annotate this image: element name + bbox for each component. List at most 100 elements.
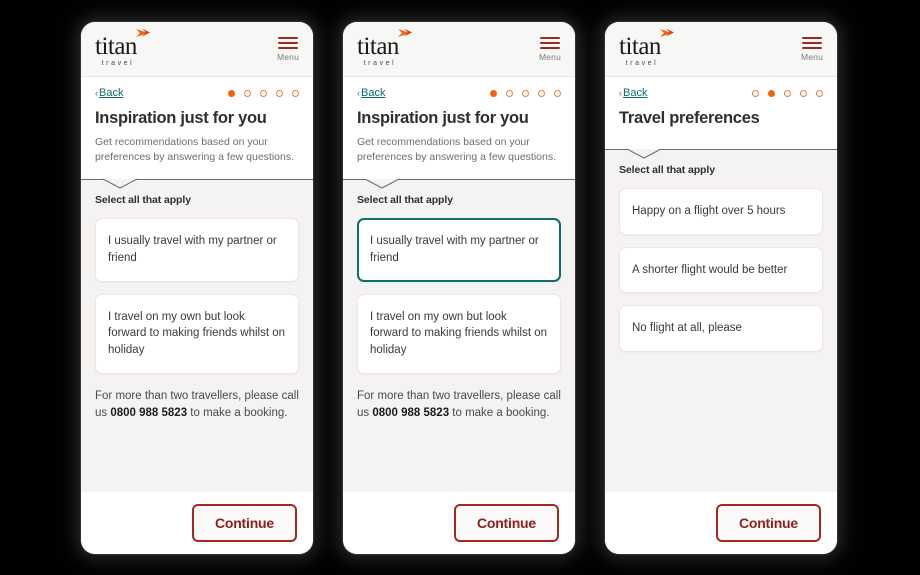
progress-dots-2 [490, 89, 561, 97]
option-card-label: I travel on my own but look forward to m… [108, 310, 286, 357]
chevron-left-icon: ‹ [357, 88, 360, 98]
logo-subtext: travel [101, 59, 135, 67]
call-note-1: For more than two travellers, please cal… [95, 388, 299, 423]
progress-dot-4[interactable] [800, 89, 807, 97]
question-area-3: Select all that apply Happy on a flight … [605, 149, 837, 492]
call-note-phone: 0800 988 5823 [110, 407, 188, 420]
logo-wordmark: titan [357, 32, 399, 60]
menu-button[interactable]: Menu [538, 36, 561, 62]
progress-dot-3[interactable] [260, 89, 267, 97]
page-title: Inspiration just for you [357, 109, 529, 127]
phone-panel-3: titan travel Menu ‹Back Travel preferenc… [605, 22, 837, 554]
phone-panel-1: titan travel Menu ‹Back Inspiration just… [81, 22, 313, 554]
panel-footer-1: Continue [81, 492, 313, 554]
hamburger-icon [801, 36, 822, 49]
notch-arrow-icon [103, 178, 137, 189]
progress-dot-2[interactable] [506, 89, 513, 97]
intro-block-1: ‹Back Inspiration just for you Get recom… [81, 77, 313, 180]
notch-arrow-icon [627, 148, 661, 159]
progress-dot-1[interactable] [490, 89, 497, 97]
panel-footer-3: Continue [605, 492, 837, 554]
option-card-label: I usually travel with my partner or frie… [108, 235, 277, 265]
section-divider-2 [343, 178, 575, 189]
option-card-2[interactable]: I travel on my own but look forward to m… [95, 293, 299, 374]
menu-button[interactable]: Menu [800, 36, 823, 62]
screenshot-stage: titan travel Menu ‹Back Inspiration just… [0, 0, 920, 575]
progress-dot-5[interactable] [292, 89, 299, 97]
call-note-phone: 0800 988 5823 [372, 407, 450, 420]
call-note-after: to make a booking. [187, 407, 288, 420]
app-header-2: titan travel Menu [343, 22, 575, 77]
question-area-1: Select all that apply I usually travel w… [81, 180, 313, 492]
option-card-2[interactable]: A shorter flight would be better [619, 246, 823, 294]
app-header-3: titan travel Menu [605, 22, 837, 77]
continue-button[interactable]: Continue [715, 504, 821, 542]
titan-travel-logo[interactable]: titan travel [95, 28, 150, 67]
notch-arrow-icon [365, 178, 399, 189]
back-link-label: Back [99, 87, 124, 99]
progress-dot-5[interactable] [816, 89, 823, 97]
back-link-label: Back [361, 87, 386, 99]
titan-travel-logo[interactable]: titan travel [357, 28, 412, 67]
back-link-label: Back [623, 87, 648, 99]
intro-spacer-3 [619, 135, 823, 149]
question-label: Select all that apply [357, 194, 453, 207]
progress-dot-5[interactable] [554, 89, 561, 97]
chevron-left-icon: ‹ [619, 88, 622, 98]
page-subtitle: Get recommendations based on your prefer… [95, 135, 295, 164]
titan-travel-logo[interactable]: titan travel [619, 28, 674, 67]
logo-subtext: travel [625, 59, 659, 67]
progress-dot-4[interactable] [276, 89, 283, 97]
phone-panel-2: titan travel Menu ‹Back Inspiration just… [343, 22, 575, 554]
intro-top-row-2: ‹Back [357, 87, 561, 99]
menu-label: Menu [800, 51, 823, 62]
progress-dots-3 [752, 89, 823, 97]
question-label: Select all that apply [619, 163, 715, 176]
option-card-1-selected[interactable]: I usually travel with my partner or frie… [357, 218, 561, 282]
back-link[interactable]: ‹Back [95, 87, 123, 99]
page-subtitle: Get recommendations based on your prefer… [357, 135, 557, 164]
progress-dot-3[interactable] [784, 89, 791, 97]
chevron-left-icon: ‹ [95, 88, 98, 98]
intro-top-row-1: ‹Back [95, 87, 299, 99]
option-card-label: I usually travel with my partner or frie… [370, 235, 539, 265]
back-link[interactable]: ‹Back [357, 87, 385, 99]
progress-dot-4[interactable] [538, 89, 545, 97]
progress-dot-3[interactable] [522, 89, 529, 97]
question-label: Select all that apply [95, 194, 191, 207]
option-card-3[interactable]: No flight at all, please [619, 305, 823, 352]
continue-button[interactable]: Continue [191, 504, 297, 542]
option-card-2[interactable]: I travel on my own but look forward to m… [357, 293, 561, 374]
logo-wordmark: titan [619, 32, 661, 60]
option-card-1[interactable]: Happy on a flight over 5 hours [619, 187, 823, 235]
menu-label: Menu [538, 51, 561, 62]
logo-wordmark: titan [95, 32, 137, 60]
progress-dots-1 [228, 89, 299, 97]
page-title: Inspiration just for you [95, 109, 267, 127]
page-title: Travel preferences [619, 109, 760, 127]
app-header-1: titan travel Menu [81, 22, 313, 77]
section-divider-3 [605, 148, 837, 159]
call-note-after: to make a booking. [449, 407, 550, 420]
progress-dot-1[interactable] [752, 89, 759, 97]
intro-spacer-2 [357, 165, 561, 179]
section-divider-1 [81, 178, 313, 189]
back-link[interactable]: ‹Back [619, 87, 647, 99]
progress-dot-2[interactable] [768, 89, 775, 97]
option-card-1[interactable]: I usually travel with my partner or frie… [95, 218, 299, 282]
menu-button[interactable]: Menu [276, 36, 299, 62]
intro-spacer-1 [95, 165, 299, 179]
option-card-label: A shorter flight would be better [632, 263, 788, 276]
intro-block-3: ‹Back Travel preferences [605, 77, 837, 149]
option-card-label: No flight at all, please [632, 322, 742, 335]
option-card-label: I travel on my own but look forward to m… [370, 310, 548, 357]
intro-top-row-3: ‹Back [619, 87, 823, 99]
panel-footer-2: Continue [343, 492, 575, 554]
option-card-label: Happy on a flight over 5 hours [632, 204, 786, 217]
logo-subtext: travel [363, 59, 397, 67]
continue-button[interactable]: Continue [453, 504, 559, 542]
menu-label: Menu [276, 51, 299, 62]
progress-dot-1[interactable] [228, 89, 235, 97]
progress-dot-2[interactable] [244, 89, 251, 97]
call-note-2: For more than two travellers, please cal… [357, 388, 561, 423]
